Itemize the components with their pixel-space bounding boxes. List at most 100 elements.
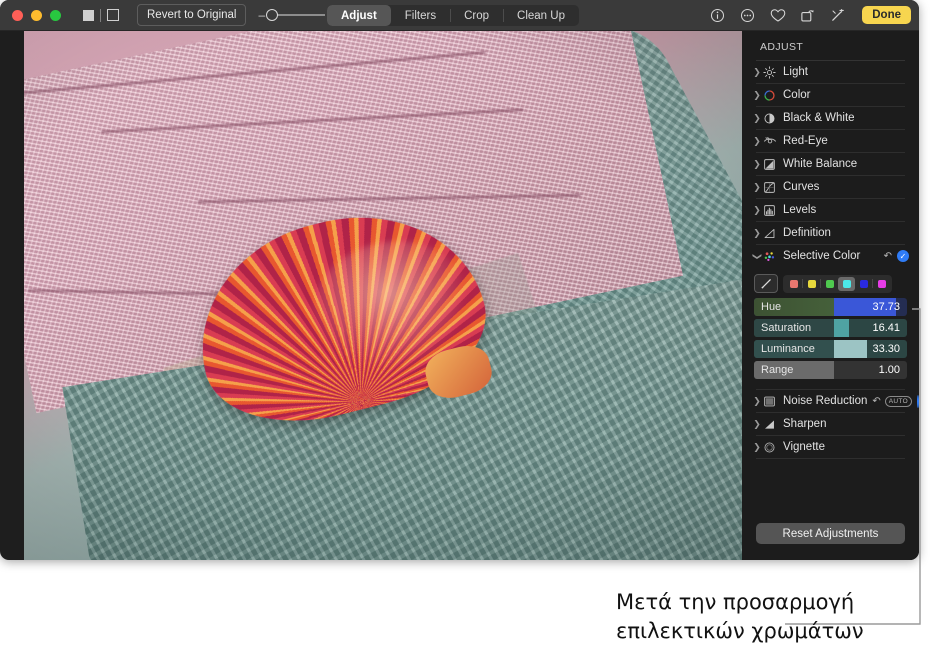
sidebar-item-black-and-white[interactable]: ❯ Black & White [742,107,919,129]
chevron-right-icon[interactable]: ❯ [752,228,762,239]
zoom-slider-track[interactable] [270,14,325,16]
blue-ring-toggle[interactable] [917,395,919,408]
saturation-slider[interactable]: Saturation 16.41 [754,319,907,337]
green-swatch[interactable] [821,277,838,291]
luminance-slider-fill [834,340,868,358]
toolbar-right-actions: Done [709,0,911,30]
auto-badge[interactable]: AUTO [885,396,912,407]
minimize-button[interactable] [31,10,42,21]
luminance-slider-label: Luminance [754,343,815,355]
luminance-slider[interactable]: Luminance 33.30 [754,340,907,358]
chevron-down-icon[interactable]: ❯ [752,251,763,261]
revert-to-original-button[interactable]: Revert to Original [137,4,246,26]
magenta-swatch[interactable] [873,277,890,291]
sidebar-item-color[interactable]: ❯ Color [742,84,919,106]
sidebar-item-label: Vignette [783,441,825,453]
more-icon[interactable] [739,7,756,24]
sidebar-item-noise-reduction[interactable]: ❯ Noise Reduction ↶ AUTO [742,390,919,412]
sidebar-item-red-eye[interactable]: ❯ Red-Eye [742,130,919,152]
chevron-right-icon[interactable]: ❯ [752,442,762,453]
zoom-slider[interactable]: – + [258,9,337,21]
rotate-icon[interactable] [799,7,816,24]
caption-line-1: Μετά την προσαρμογή [616,588,926,617]
definition-icon [762,226,777,241]
favorite-icon[interactable] [769,7,786,24]
chevron-right-icon[interactable]: ❯ [752,90,762,101]
revert-icon[interactable]: ↶ [872,396,880,407]
tab-clean-up[interactable]: Clean Up [503,5,579,26]
sidebar-item-vignette[interactable]: ❯ Vignette [742,436,919,458]
outline-square-icon[interactable] [107,9,119,21]
black-white-icon [762,111,777,126]
sidebar-item-white-balance[interactable]: ❯ White Balance [742,153,919,175]
done-button[interactable]: Done [862,6,911,24]
close-button[interactable] [12,10,23,21]
revert-icon[interactable]: ↶ [884,251,892,262]
chevron-right-icon[interactable]: ❯ [752,182,762,193]
sidebar-item-label: Light [783,66,808,78]
sidebar-item-label: Levels [783,204,816,216]
chevron-right-icon[interactable]: ❯ [752,396,762,407]
levels-icon [762,203,777,218]
sidebar-item-sharpen[interactable]: ❯ Sharpen [742,413,919,435]
blue-swatch[interactable] [855,277,872,291]
vignette-icon [762,440,777,455]
tab-filters[interactable]: Filters [391,5,450,26]
caption-text: Μετά την προσαρμογή επιλεκτικών χρωμάτων [616,588,926,646]
noise-reduction-icon [762,394,777,409]
chevron-right-icon[interactable]: ❯ [752,113,762,124]
cyan-swatch[interactable] [838,277,855,291]
zoom-slider-knob[interactable] [266,9,278,21]
window-toolbar: Revert to Original – + Adjust Filters Cr… [0,0,919,31]
yellow-swatch[interactable] [803,277,820,291]
sidebar-item-label: Red-Eye [783,135,828,147]
sidebar-item-label: Color [783,89,810,101]
chevron-right-icon[interactable]: ❯ [752,136,762,147]
color-wheel-icon [762,88,777,103]
tab-adjust[interactable]: Adjust [327,5,391,26]
edit-mode-tabs: Adjust Filters Crop Clean Up [327,5,579,26]
enhance-icon[interactable] [829,7,846,24]
sidebar-item-label: Definition [783,227,831,239]
photo-canvas[interactable] [24,30,742,560]
hue-slider-label: Hue [754,301,781,313]
red-eye-icon [762,134,777,149]
chevron-right-icon[interactable]: ❯ [752,205,762,216]
chevron-right-icon[interactable]: ❯ [752,67,762,78]
chevron-right-icon[interactable]: ❯ [752,419,762,430]
zoom-button[interactable] [50,10,61,21]
chevron-right-icon[interactable]: ❯ [752,159,762,170]
view-mode-toggle[interactable] [83,9,119,22]
luminance-slider-value: 33.30 [872,343,900,355]
saturation-slider-value: 16.41 [872,322,900,334]
light-icon [762,65,777,80]
sidebar-item-levels[interactable]: ❯ Levels [742,199,919,221]
saturation-slider-label: Saturation [754,322,811,334]
sidebar-item-label: Sharpen [783,418,826,430]
checkmark-icon[interactable]: ✓ [897,250,909,262]
reset-adjustments-button[interactable]: Reset Adjustments [756,523,905,544]
selective-color-swatches [783,275,892,293]
sidebar-item-selective-color[interactable]: ❯ Selective Color ↶ ✓ [742,245,919,267]
sidebar-title: ADJUST [742,30,919,60]
hue-slider[interactable]: Hue 37.73 [754,298,907,316]
selective-color-icon [762,249,777,264]
filled-square-icon[interactable] [83,10,94,21]
sidebar-item-label: Black & White [783,112,855,124]
white-balance-icon [762,157,777,172]
range-slider[interactable]: Range 1.00 [754,361,907,379]
view-mode-divider [100,9,101,22]
eyedropper-icon[interactable] [754,274,778,293]
sidebar-item-definition[interactable]: ❯ Definition [742,222,919,244]
red-swatch[interactable] [785,277,802,291]
photo-vignette-overlay [24,30,742,560]
info-icon[interactable] [709,7,726,24]
tab-crop[interactable]: Crop [450,5,503,26]
sidebar-item-label: Noise Reduction [783,395,867,407]
zoom-out-label[interactable]: – [258,9,265,21]
sidebar-item-light[interactable]: ❯ Light [742,61,919,83]
sidebar-item-label: Curves [783,181,819,193]
sidebar-item-curves[interactable]: ❯ Curves [742,176,919,198]
row-separator [756,458,905,459]
caption-line-2: επιλεκτικών χρωμάτων [616,617,926,646]
